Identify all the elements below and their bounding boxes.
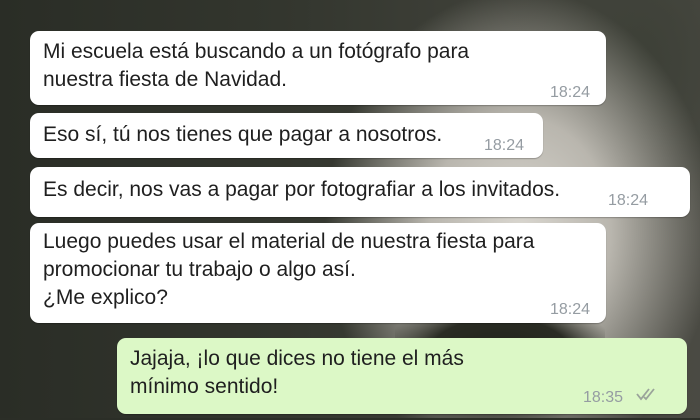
message-text: Mi escuela está buscando a un fotógrafo … [43,40,470,63]
message-bubble[interactable]: Eso sí, tú nos tienes que pagar a nosotr… [30,113,543,158]
message-bubble-outgoing[interactable]: Jajaja, ¡lo que dices no tiene el más mí… [117,338,687,414]
message-text: nuestra fiesta de Navidad. [43,68,287,91]
message-timestamp: 18:35 [583,389,624,406]
message-bubble[interactable]: Mi escuela está buscando a un fotógrafo … [30,31,606,105]
message-text: promocionar tu trabajo o algo así. [43,258,356,281]
message-text: ¿Me explico? [43,286,168,309]
message-text: Eso sí, tú nos tienes que pagar a nosotr… [43,123,443,146]
message-text: mínimo sentido! [130,375,279,398]
message-timestamp: 18:24 [484,137,525,154]
message-bubble[interactable]: Luego puedes usar el material de nuestra… [30,223,606,323]
double-check-icon [636,388,655,401]
message-text: Es decir, nos vas a pagar por fotografia… [43,178,561,201]
message-text: Jajaja, ¡lo que dices no tiene el más [130,347,464,370]
message-timestamp: 18:24 [550,301,591,318]
message-timestamp: 18:24 [608,192,649,209]
message-text: Luego puedes usar el material de nuestra… [43,230,535,253]
message-bubble[interactable]: Es decir, nos vas a pagar por fotografia… [30,167,690,217]
message-timestamp: 18:24 [550,84,591,101]
